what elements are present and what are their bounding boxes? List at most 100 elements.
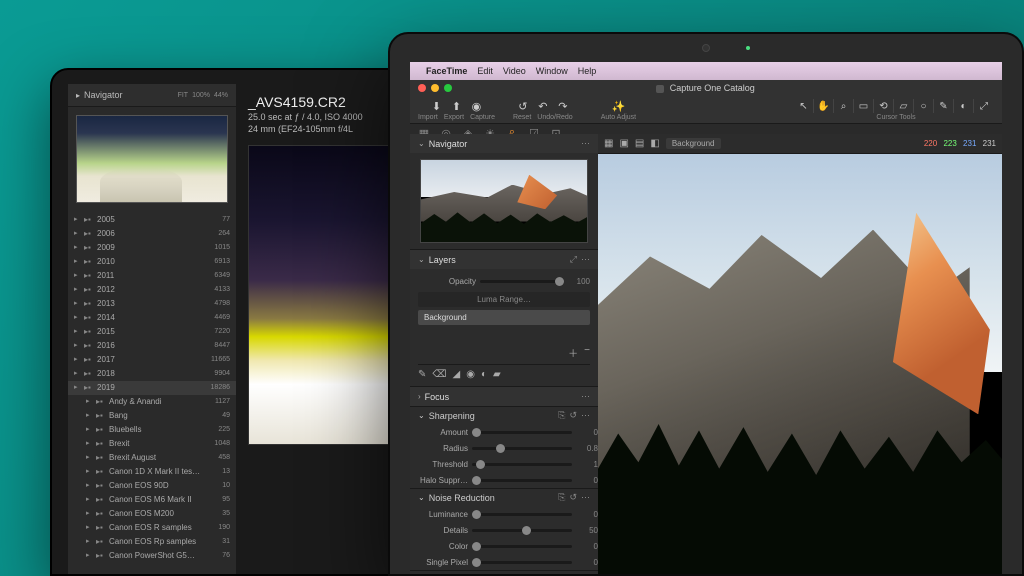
more-icon[interactable]: ⋯	[581, 138, 590, 149]
folder-row[interactable]: ▸▸▪20157220	[68, 325, 236, 339]
navigator-header[interactable]: ▸ Navigator FIT 100% 44%	[68, 84, 236, 107]
undo-icon[interactable]: ↶	[536, 99, 550, 113]
folder-row[interactable]: ▸▸▪20116349	[68, 269, 236, 283]
folder-row[interactable]: ▸▸▪20106913	[68, 255, 236, 269]
image-preview[interactable]	[248, 145, 396, 445]
export-icon[interactable]: ⬆	[449, 99, 463, 113]
folder-row[interactable]: ▸▸▪Bluebells225	[68, 423, 236, 437]
menubar-edit[interactable]: Edit	[477, 66, 493, 76]
noise-slider[interactable]: Luminance0	[410, 506, 598, 522]
folder-row[interactable]: ▸▸▪201711665	[68, 353, 236, 367]
film-grain-header[interactable]: ⌄ Film Grain ↺ ⋯	[410, 571, 598, 574]
navigator-thumbnail[interactable]	[420, 159, 588, 243]
folder-row[interactable]: ▸▸▪Canon EOS R samples190	[68, 521, 236, 535]
folder-row[interactable]: ▸▸▪Andy & Anandi1127	[68, 395, 236, 409]
folder-row[interactable]: ▸▸▪Canon 1D X Mark II tes…13	[68, 465, 236, 479]
grid-view-icon[interactable]: ▦	[604, 138, 613, 149]
erase-icon[interactable]: ⌫	[432, 369, 446, 380]
pointer-icon[interactable]: ↖	[798, 99, 814, 113]
layer-dropdown[interactable]: Background	[666, 138, 721, 149]
slider-track[interactable]	[472, 431, 572, 434]
layers-header[interactable]: ⌄ Layers ⤢ ⋯	[410, 250, 598, 269]
hand-icon[interactable]: ✋	[818, 99, 834, 113]
noise-header[interactable]: ⌄ Noise Reduction ⎘ ↺ ⋯	[410, 489, 598, 506]
folder-row[interactable]: ▸▸▪Brexit August458	[68, 451, 236, 465]
sharpening-slider[interactable]: Amount0	[410, 424, 598, 440]
sharpening-slider[interactable]: Halo Suppr…0	[410, 472, 598, 488]
zoom-button[interactable]	[444, 84, 452, 92]
keystone-icon[interactable]: ▱	[898, 99, 914, 113]
main-viewer[interactable]	[598, 154, 1002, 574]
folder-row[interactable]: ▸▸▪Canon EOS M20035	[68, 507, 236, 521]
copy-icon[interactable]: ⎘	[558, 410, 565, 421]
expand-icon[interactable]: ⤢	[570, 254, 577, 265]
zoom-100[interactable]: 100%	[192, 92, 210, 99]
focus-header[interactable]: › Focus ⋯	[410, 387, 598, 406]
luma-range-button[interactable]: Luma Range…	[418, 292, 590, 307]
fill-mask-icon[interactable]: ▰	[493, 369, 501, 380]
capture-icon[interactable]: ◉	[469, 99, 483, 113]
zoom-icon[interactable]: ⌕	[838, 99, 854, 113]
eyedropper-icon[interactable]: ⤢	[978, 99, 994, 113]
redo-icon[interactable]: ↷	[556, 99, 570, 113]
folder-row[interactable]: ▸▸▪2006264	[68, 227, 236, 241]
folder-row[interactable]: ▸▸▪Bang49	[68, 409, 236, 423]
more-icon[interactable]: ⋯	[581, 254, 590, 265]
add-layer-icon[interactable]: ＋	[568, 345, 578, 360]
folder-row[interactable]: ▸▸▪Brexit1048	[68, 437, 236, 451]
reset-icon[interactable]: ↺	[516, 99, 530, 113]
single-view-icon[interactable]: ▣	[619, 138, 628, 149]
zoom-fit[interactable]: FIT	[178, 92, 189, 99]
slider-track[interactable]	[472, 529, 572, 532]
sharpening-slider[interactable]: Radius0.8	[410, 440, 598, 456]
import-icon[interactable]: ⬇	[429, 99, 443, 113]
menubar-window[interactable]: Window	[536, 66, 568, 76]
autoadjust-icon[interactable]: ✨	[611, 99, 625, 113]
noise-slider[interactable]: Color0	[410, 538, 598, 554]
navigator-header[interactable]: ⌄ Navigator ⋯	[410, 134, 598, 153]
more-icon[interactable]: ⋯	[581, 410, 590, 421]
folder-row[interactable]: ▸▸▪20189904	[68, 367, 236, 381]
slider-track[interactable]	[472, 561, 572, 564]
noise-slider[interactable]: Details50	[410, 522, 598, 538]
sharpening-slider[interactable]: Threshold1	[410, 456, 598, 472]
slider-track[interactable]	[472, 447, 572, 450]
layer-background[interactable]: Background	[418, 310, 590, 325]
brush-icon[interactable]: ✎	[938, 99, 954, 113]
opacity-slider[interactable]: Opacity 100	[418, 273, 590, 289]
folder-row[interactable]: ▸▸▪20168447	[68, 339, 236, 353]
slider-track[interactable]	[472, 545, 572, 548]
navigator-thumbnail[interactable]	[76, 115, 228, 203]
folder-row[interactable]: ▸▸▪Canon EOS Rp samples31	[68, 535, 236, 549]
gradient-icon[interactable]: ◐	[958, 99, 974, 113]
crop-icon[interactable]: ▭	[858, 99, 874, 113]
folder-row[interactable]: ▸▸▪201918286	[68, 381, 236, 395]
menubar-video[interactable]: Video	[503, 66, 526, 76]
noise-slider[interactable]: Single Pixel0	[410, 554, 598, 570]
reset-icon[interactable]: ↺	[569, 492, 577, 503]
minimize-button[interactable]	[431, 84, 439, 92]
rotate-icon[interactable]: ⟲	[878, 99, 894, 113]
more-icon[interactable]: ⋯	[581, 492, 590, 503]
folder-row[interactable]: ▸▸▪Canon EOS M6 Mark II95	[68, 493, 236, 507]
slider-track[interactable]	[472, 479, 572, 482]
more-icon[interactable]: ⋯	[581, 391, 590, 402]
slider-track[interactable]	[472, 513, 572, 516]
folder-row[interactable]: ▸▸▪20134798	[68, 297, 236, 311]
slider-track[interactable]	[472, 463, 572, 466]
folder-row[interactable]: ▸▸▪Canon EOS 90D10	[68, 479, 236, 493]
menubar-help[interactable]: Help	[578, 66, 597, 76]
folder-row[interactable]: ▸▸▪20124133	[68, 283, 236, 297]
spot-icon[interactable]: ○	[918, 99, 934, 113]
sharpening-header[interactable]: ⌄ Sharpening ⎘ ↺ ⋯	[410, 407, 598, 424]
folder-row[interactable]: ▸▸▪200577	[68, 213, 236, 227]
delete-layer-icon[interactable]: −	[584, 345, 590, 360]
zoom-44[interactable]: 44%	[214, 92, 228, 99]
brush-icon[interactable]: ✎	[418, 369, 426, 380]
linear-gradient-icon[interactable]: ◢	[453, 369, 461, 380]
multi-view-icon[interactable]: ▤	[635, 138, 644, 149]
folder-row[interactable]: ▸▸▪20144469	[68, 311, 236, 325]
folder-row[interactable]: ▸▸▪20091015	[68, 241, 236, 255]
menubar-app[interactable]: FaceTime	[426, 66, 467, 76]
folder-row[interactable]: ▸▸▪Canon PowerShot G5…76	[68, 549, 236, 563]
